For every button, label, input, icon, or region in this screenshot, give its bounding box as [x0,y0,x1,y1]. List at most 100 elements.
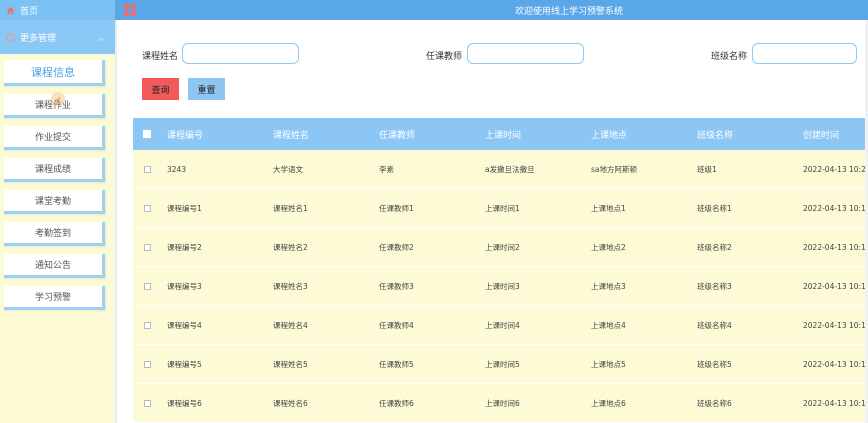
sidebar-item-label: 考勤签到 [34,229,71,239]
table-cell: 2022-04-13 10:11:2 [803,359,868,369]
table-row[interactable]: 课程编号5 课程姓名5 任课教师5 上课时间5 上课地点5 班级名称5 2022-04-13… [133,345,868,384]
table-cell: 2022-04-13 10:11:2 [803,281,868,291]
table-row[interactable]: 课程编号4 课程姓名4 任课教师4 上课时间4 上课地点4 班级名称4 2022-04-13… [133,306,868,345]
hand-pointer-icon: ☝ [54,95,61,108]
table-cell: 李素 [379,164,394,174]
reset-button[interactable]: 重置 [188,78,225,100]
class-name-input[interactable] [752,43,857,64]
table-cell: 班级名称3 [697,281,732,291]
table-cell: 课程姓名1 [273,203,308,213]
sidebar-group-label: 更多管理 [20,33,57,44]
table-row[interactable]: 课程编号2 课程姓名2 任课教师2 上课时间2 上课地点2 班级名称2 2022-04-13… [133,228,868,267]
table-cell: 上课地点2 [591,242,626,252]
table-cell: 2022-04-13 10:11:2 [803,242,868,252]
table-cell: 大学语文 [273,164,303,174]
page-title: 欢迎使用线上学习预警系统 [515,7,624,17]
row-checkbox[interactable] [143,165,151,173]
sidebar-home[interactable]: 首页 [0,0,115,20]
sidebar-item-label: 课程成绩 [34,165,71,175]
table-cell: 班级名称4 [697,320,732,330]
table-cell: 课程姓名4 [273,320,308,330]
table-cell: 任课教师1 [379,203,414,213]
column-header[interactable]: 上课时间 [479,128,585,141]
sidebar-group-more[interactable]: 更多管理 ︿ [0,20,115,54]
row-checkbox[interactable] [143,282,151,290]
sidebar-item-course-grades[interactable]: 课程成绩 [4,158,105,182]
sidebar-item-label: 课堂考勤 [34,197,71,207]
query-button[interactable]: 查询 [142,78,179,100]
table-cell: 课程编号5 [167,359,202,369]
column-header[interactable]: 班级名称 [691,128,797,141]
sidebar-item-course-info[interactable]: 课程信息 [4,60,105,86]
column-header[interactable]: 任课教师 [373,128,479,141]
sidebar-item-label: 通知公告 [34,261,71,271]
table-cell: 班级名称5 [697,359,732,369]
table-cell: 2022-04-13 10:11:2 [803,320,868,330]
chevron-up-icon[interactable]: ︿ [97,32,105,43]
table-cell: 上课地点5 [591,359,626,369]
table-cell: 上课地点3 [591,281,626,291]
row-checkbox[interactable] [143,399,151,407]
table-cell: 2022-04-13 10:11:2 [803,398,868,408]
column-header[interactable]: 课程姓名 [267,128,373,141]
teacher-input[interactable] [467,43,584,64]
sidebar-item-label: 作业提交 [34,133,71,143]
table-cell: sa地方阿斯顿 [591,164,638,174]
sidebar-item-checkin[interactable]: 考勤签到 [4,222,105,246]
table-cell: 课程姓名3 [273,281,308,291]
circle-icon [6,32,15,42]
table-cell: 上课地点1 [591,203,626,213]
sidebar-item-notice[interactable]: 通知公告 [4,254,105,278]
table-cell: 课程编号3 [167,281,202,291]
table-cell: 班级名称6 [697,398,732,408]
table-cell: 班级名称2 [697,242,732,252]
table-cell: a发撒旦法撒旦 [485,164,535,174]
table-cell: 任课教师2 [379,242,414,252]
table-cell: 3243 [167,164,187,174]
select-all-checkbox[interactable] [143,130,151,138]
sidebar-item-attendance[interactable]: 课堂考勤 [4,190,105,214]
table-cell: 任课教师3 [379,281,414,291]
sidebar-item-warning[interactable]: 学习预警 [4,286,105,310]
sidebar-item-homework-submit[interactable]: 作业提交 [4,126,105,150]
teacher-label: 任课教师 [426,52,463,62]
top-header: 欢迎使用线上学习预警系统 [115,0,868,20]
table-cell: 上课地点6 [591,398,626,408]
table-cell: 班级名称1 [697,203,732,213]
sidebar-item-label: 学习预警 [34,293,71,303]
table-cell: 2022-04-13 10:20:4 [803,164,868,174]
table-header: 课程编号 课程姓名 任课教师 上课时间 上课地点 班级名称 创建时间 [133,118,868,150]
table-cell: 任课教师4 [379,320,414,330]
course-name-label: 课程姓名 [142,52,179,62]
course-name-input[interactable] [182,43,299,64]
table-row[interactable]: 课程编号6 课程姓名6 任课教师6 上课时间6 上课地点6 班级名称6 2022-04-13… [133,384,868,423]
class-name-label: 班级名称 [711,52,748,62]
table-cell: 课程编号4 [167,320,202,330]
column-header[interactable]: 创建时间 [797,128,868,141]
table-cell: 上课时间4 [485,320,520,330]
table-row[interactable]: 课程编号1 课程姓名1 任课教师1 上课时间1 上课地点1 班级名称1 2022-04-13… [133,189,868,228]
row-checkbox[interactable] [143,360,151,368]
table-cell: 上课时间2 [485,242,520,252]
table-cell: 课程姓名6 [273,398,308,408]
sidebar: 首页 更多管理 ︿ 课程信息 课程作业 作业提交 课程成绩 课堂考勤 考勤签到 … [0,0,115,423]
column-header[interactable]: 上课地点 [585,128,691,141]
table-row[interactable]: 课程编号3 课程姓名3 任课教师3 上课时间3 上课地点3 班级名称3 2022-04-13… [133,267,868,306]
main-content: 课程姓名 任课教师 班级名称 查询 重置 课程编号 课程姓名 任课教师 上课时间… [115,20,868,423]
table-cell: 2022-04-13 10:11:2 [803,203,868,213]
table-cell: 课程编号6 [167,398,202,408]
table-cell: 课程姓名2 [273,242,308,252]
table-cell: 上课地点4 [591,320,626,330]
row-checkbox[interactable] [143,204,151,212]
table-cell: 上课时间6 [485,398,520,408]
table-cell: 班级1 [697,164,717,174]
grid-logo-icon [124,4,136,16]
table-body: 3243 大学语文 李素 a发撒旦法撒旦 sa地方阿斯顿 班级1 2022-04-13 10… [133,150,868,423]
row-checkbox[interactable] [143,321,151,329]
column-header[interactable]: 课程编号 [161,128,267,141]
row-checkbox[interactable] [143,243,151,251]
table-cell: 上课时间5 [485,359,520,369]
course-table: 课程编号 课程姓名 任课教师 上课时间 上课地点 班级名称 创建时间 3243 大… [133,118,868,423]
table-row[interactable]: 3243 大学语文 李素 a发撒旦法撒旦 sa地方阿斯顿 班级1 2022-04-13 10… [133,150,868,189]
search-bar: 课程姓名 任课教师 班级名称 [117,43,868,65]
